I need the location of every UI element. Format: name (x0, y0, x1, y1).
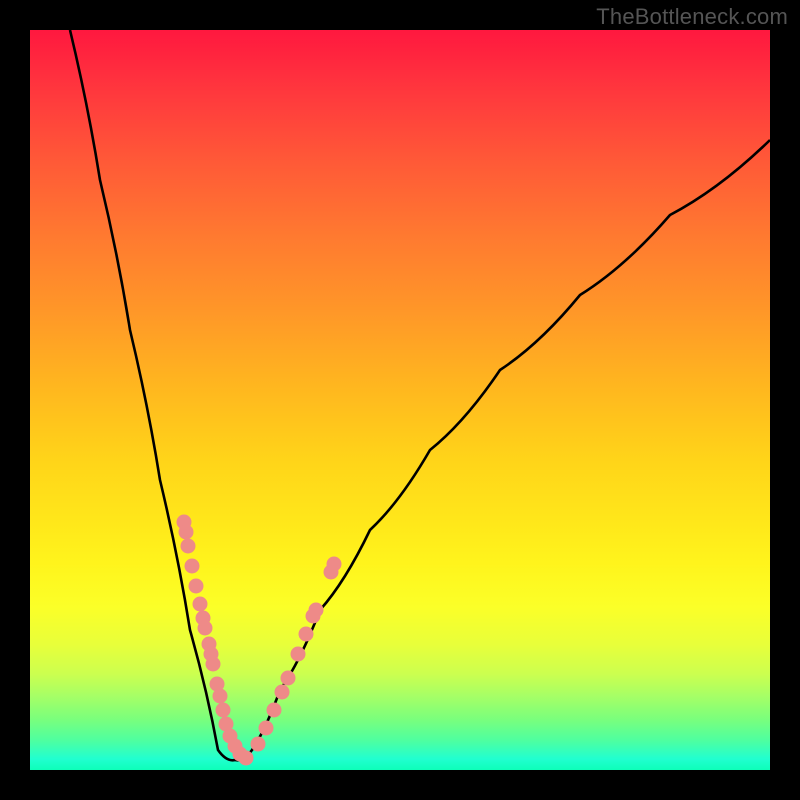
data-dot (179, 525, 194, 540)
data-dot (275, 685, 290, 700)
data-dot (291, 647, 306, 662)
data-dot (185, 559, 200, 574)
data-dot (299, 627, 314, 642)
dots-right-cluster (251, 557, 342, 752)
data-dot (309, 603, 324, 618)
data-dot (193, 597, 208, 612)
data-dot (239, 751, 254, 766)
plot-area (30, 30, 770, 770)
data-dot (206, 657, 221, 672)
data-dot (327, 557, 342, 572)
data-dot (281, 671, 296, 686)
data-dot (251, 737, 266, 752)
data-dot (189, 579, 204, 594)
data-dot (267, 703, 282, 718)
bottleneck-curve (70, 30, 770, 760)
data-dot (259, 721, 274, 736)
curve-svg (30, 30, 770, 770)
chart-frame: TheBottleneck.com (0, 0, 800, 800)
watermark-text: TheBottleneck.com (596, 4, 788, 30)
data-dot (216, 703, 231, 718)
data-dot (198, 621, 213, 636)
data-dot (181, 539, 196, 554)
data-dot (213, 689, 228, 704)
